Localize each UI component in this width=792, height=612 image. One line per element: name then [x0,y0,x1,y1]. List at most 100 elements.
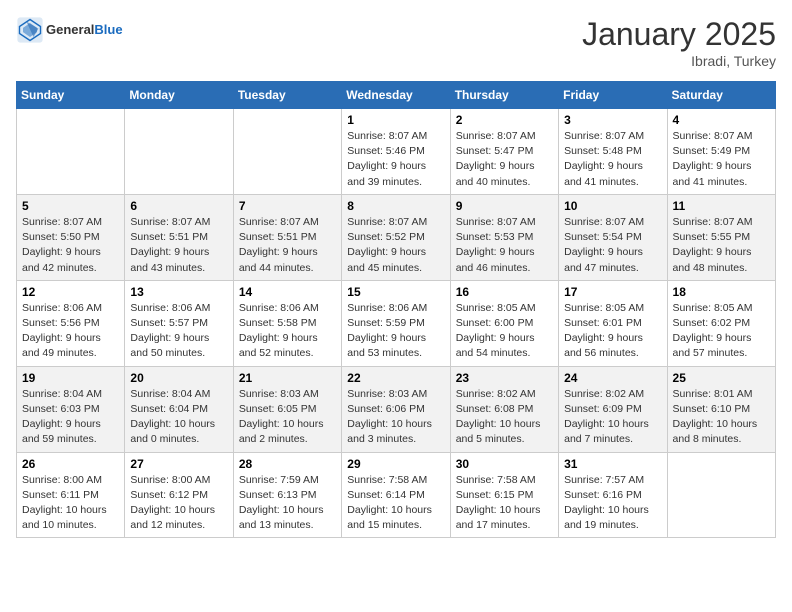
month-title: January 2025 [582,16,776,53]
day-info: Sunrise: 8:06 AM Sunset: 5:58 PM Dayligh… [239,301,336,362]
calendar-cell: 3Sunrise: 8:07 AM Sunset: 5:48 PM Daylig… [559,109,667,195]
calendar-cell [17,109,125,195]
day-number: 13 [130,285,227,299]
day-number: 2 [456,113,553,127]
calendar-cell [233,109,341,195]
day-info: Sunrise: 8:07 AM Sunset: 5:49 PM Dayligh… [673,129,770,190]
location-subtitle: Ibradi, Turkey [582,53,776,69]
calendar-cell: 21Sunrise: 8:03 AM Sunset: 6:05 PM Dayli… [233,366,341,452]
day-number: 5 [22,199,119,213]
day-number: 25 [673,371,770,385]
calendar-cell: 24 Sunrise: 8:02 AM Sunset: 6:09 PM Dayli… [559,366,667,452]
page-header: GeneralBlue January 2025 Ibradi, Turkey [16,16,776,69]
col-header-thursday: Thursday [450,82,558,109]
day-info: Sunrise: 8:07 AM Sunset: 5:51 PM Dayligh… [130,215,227,276]
col-header-friday: Friday [559,82,667,109]
day-number: 7 [239,199,336,213]
calendar-cell: 31Sunrise: 7:57 AM Sunset: 6:16 PM Dayli… [559,452,667,538]
day-number: 18 [673,285,770,299]
day-info: Sunrise: 8:04 AM Sunset: 6:03 PM Dayligh… [22,387,119,448]
day-number: 23 [456,371,553,385]
day-info: Sunrise: 7:59 AM Sunset: 6:13 PM Dayligh… [239,473,336,534]
calendar-table: SundayMondayTuesdayWednesdayThursdayFrid… [16,81,776,538]
day-number: 15 [347,285,444,299]
day-info: Sunrise: 8:03 AM Sunset: 6:05 PM Dayligh… [239,387,336,448]
calendar-cell: 17Sunrise: 8:05 AM Sunset: 6:01 PM Dayli… [559,280,667,366]
calendar-cell: 10Sunrise: 8:07 AM Sunset: 5:54 PM Dayli… [559,194,667,280]
calendar-cell: 26 Sunrise: 8:00 AM Sunset: 6:11 PM Dayli… [17,452,125,538]
day-info: Sunrise: 8:05 AM Sunset: 6:00 PM Dayligh… [456,301,553,362]
calendar-cell: 18 Sunrise: 8:05 AM Sunset: 6:02 PM Dayli… [667,280,775,366]
day-info: Sunrise: 8:06 AM Sunset: 5:59 PM Dayligh… [347,301,444,362]
day-number: 30 [456,457,553,471]
calendar-cell: 4 Sunrise: 8:07 AM Sunset: 5:49 PM Daylig… [667,109,775,195]
day-info: Sunrise: 8:00 AM Sunset: 6:12 PM Dayligh… [130,473,227,534]
calendar-cell: 23 Sunrise: 8:02 AM Sunset: 6:08 PM Dayli… [450,366,558,452]
logo-blue: Blue [94,22,122,37]
day-info: Sunrise: 7:58 AM Sunset: 6:14 PM Dayligh… [347,473,444,534]
day-number: 4 [673,113,770,127]
day-number: 29 [347,457,444,471]
calendar-header-row: SundayMondayTuesdayWednesdayThursdayFrid… [17,82,776,109]
calendar-cell: 5Sunrise: 8:07 AM Sunset: 5:50 PM Daylig… [17,194,125,280]
day-number: 26 [22,457,119,471]
calendar-cell: 19 Sunrise: 8:04 AM Sunset: 6:03 PM Dayli… [17,366,125,452]
calendar-cell: 28Sunrise: 7:59 AM Sunset: 6:13 PM Dayli… [233,452,341,538]
day-info: Sunrise: 8:02 AM Sunset: 6:09 PM Dayligh… [564,387,661,448]
col-header-sunday: Sunday [17,82,125,109]
day-number: 12 [22,285,119,299]
calendar-cell: 15 Sunrise: 8:06 AM Sunset: 5:59 PM Dayli… [342,280,450,366]
calendar-week-row: 5Sunrise: 8:07 AM Sunset: 5:50 PM Daylig… [17,194,776,280]
calendar-cell: 6Sunrise: 8:07 AM Sunset: 5:51 PM Daylig… [125,194,233,280]
day-info: Sunrise: 8:01 AM Sunset: 6:10 PM Dayligh… [673,387,770,448]
calendar-cell: 16 Sunrise: 8:05 AM Sunset: 6:00 PM Dayli… [450,280,558,366]
day-info: Sunrise: 7:58 AM Sunset: 6:15 PM Dayligh… [456,473,553,534]
logo-general: General [46,22,94,37]
day-number: 11 [673,199,770,213]
calendar-cell: 25 Sunrise: 8:01 AM Sunset: 6:10 PM Dayli… [667,366,775,452]
day-info: Sunrise: 8:02 AM Sunset: 6:08 PM Dayligh… [456,387,553,448]
col-header-monday: Monday [125,82,233,109]
calendar-cell: 20 Sunrise: 8:04 AM Sunset: 6:04 PM Dayli… [125,366,233,452]
calendar-week-row: 26 Sunrise: 8:00 AM Sunset: 6:11 PM Dayli… [17,452,776,538]
day-info: Sunrise: 8:05 AM Sunset: 6:01 PM Dayligh… [564,301,661,362]
day-number: 8 [347,199,444,213]
calendar-cell: 7 Sunrise: 8:07 AM Sunset: 5:51 PM Daylig… [233,194,341,280]
calendar-cell: 8 Sunrise: 8:07 AM Sunset: 5:52 PM Daylig… [342,194,450,280]
day-number: 20 [130,371,227,385]
day-number: 19 [22,371,119,385]
day-number: 14 [239,285,336,299]
day-info: Sunrise: 8:06 AM Sunset: 5:56 PM Dayligh… [22,301,119,362]
day-info: Sunrise: 8:07 AM Sunset: 5:51 PM Dayligh… [239,215,336,276]
logo: GeneralBlue [16,16,123,44]
day-number: 3 [564,113,661,127]
day-info: Sunrise: 8:04 AM Sunset: 6:04 PM Dayligh… [130,387,227,448]
col-header-saturday: Saturday [667,82,775,109]
day-info: Sunrise: 8:03 AM Sunset: 6:06 PM Dayligh… [347,387,444,448]
day-info: Sunrise: 8:07 AM Sunset: 5:47 PM Dayligh… [456,129,553,190]
day-number: 1 [347,113,444,127]
day-info: Sunrise: 8:06 AM Sunset: 5:57 PM Dayligh… [130,301,227,362]
calendar-week-row: 1Sunrise: 8:07 AM Sunset: 5:46 PM Daylig… [17,109,776,195]
title-block: January 2025 Ibradi, Turkey [582,16,776,69]
day-number: 16 [456,285,553,299]
calendar-cell: 1Sunrise: 8:07 AM Sunset: 5:46 PM Daylig… [342,109,450,195]
calendar-cell: 30 Sunrise: 7:58 AM Sunset: 6:15 PM Dayli… [450,452,558,538]
calendar-cell: 13 Sunrise: 8:06 AM Sunset: 5:57 PM Dayli… [125,280,233,366]
calendar-cell: 27Sunrise: 8:00 AM Sunset: 6:12 PM Dayli… [125,452,233,538]
calendar-cell [125,109,233,195]
day-number: 22 [347,371,444,385]
calendar-cell: 29 Sunrise: 7:58 AM Sunset: 6:14 PM Dayli… [342,452,450,538]
day-info: Sunrise: 8:07 AM Sunset: 5:55 PM Dayligh… [673,215,770,276]
calendar-cell: 12 Sunrise: 8:06 AM Sunset: 5:56 PM Dayli… [17,280,125,366]
day-info: Sunrise: 7:57 AM Sunset: 6:16 PM Dayligh… [564,473,661,534]
day-number: 9 [456,199,553,213]
day-number: 10 [564,199,661,213]
day-number: 24 [564,371,661,385]
day-info: Sunrise: 8:07 AM Sunset: 5:52 PM Dayligh… [347,215,444,276]
calendar-cell: 2 Sunrise: 8:07 AM Sunset: 5:47 PM Daylig… [450,109,558,195]
calendar-cell: 14 Sunrise: 8:06 AM Sunset: 5:58 PM Dayli… [233,280,341,366]
calendar-cell: 11 Sunrise: 8:07 AM Sunset: 5:55 PM Dayli… [667,194,775,280]
day-info: Sunrise: 8:00 AM Sunset: 6:11 PM Dayligh… [22,473,119,534]
day-info: Sunrise: 8:05 AM Sunset: 6:02 PM Dayligh… [673,301,770,362]
